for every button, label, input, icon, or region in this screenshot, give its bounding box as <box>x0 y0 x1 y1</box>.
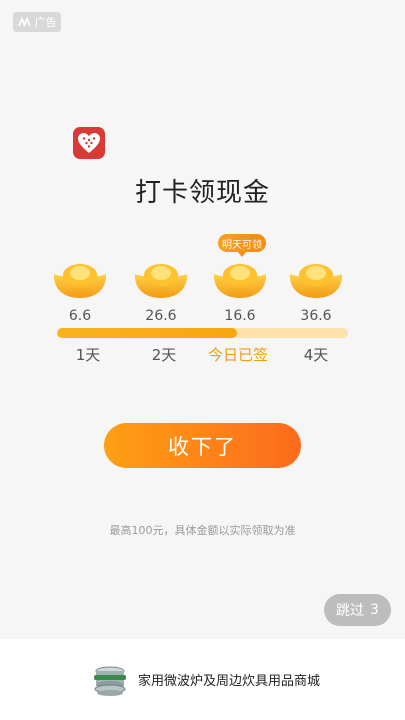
day-label: 1天 <box>75 346 101 364</box>
ad-bottom-bar[interactable]: 家用微波炉及周边炊具用品商城 <box>0 639 405 720</box>
day-reward-2: 26.6 <box>131 258 191 324</box>
day-amount: 6.6 <box>68 308 92 324</box>
skip-label: 跳过 <box>336 603 365 619</box>
cookware-icon <box>94 666 126 696</box>
heart-logo-icon <box>73 127 105 159</box>
ad-mark-icon <box>17 17 31 27</box>
checkin-progress-bar <box>57 328 348 338</box>
ad-label: 广告 <box>34 16 57 29</box>
gold-ingot-icon <box>289 264 343 298</box>
gold-ingot-icon <box>213 264 267 298</box>
day-reward-3: 16.6 <box>210 258 270 324</box>
ad-product-text: 家用微波炉及周边炊具用品商城 <box>138 674 321 689</box>
collect-button[interactable]: 收下了 <box>104 423 301 468</box>
tomorrow-tooltip: 明天可领 <box>218 234 266 257</box>
reward-note: 最高100元，具体金额以实际领取为准 <box>109 524 296 537</box>
day-amount: 36.6 <box>300 308 332 324</box>
skip-countdown: 3 <box>370 602 379 618</box>
skip-button[interactable]: 跳过 3 <box>324 594 391 626</box>
gold-ingot-icon <box>134 264 188 298</box>
day-amount: 26.6 <box>145 308 177 324</box>
day-label: 2天 <box>151 346 177 364</box>
day-reward-4: 36.6 <box>286 258 346 324</box>
day-reward-1: 6.6 <box>50 258 110 324</box>
day-amount: 16.6 <box>224 308 256 324</box>
gold-ingot-icon <box>53 264 107 298</box>
day-label: 4天 <box>303 346 329 364</box>
page-title: 打卡领现金 <box>134 178 270 208</box>
ad-badge: 广告 <box>13 12 61 32</box>
progress-fill <box>57 328 238 338</box>
day-label-today: 今日已签 <box>207 346 268 364</box>
